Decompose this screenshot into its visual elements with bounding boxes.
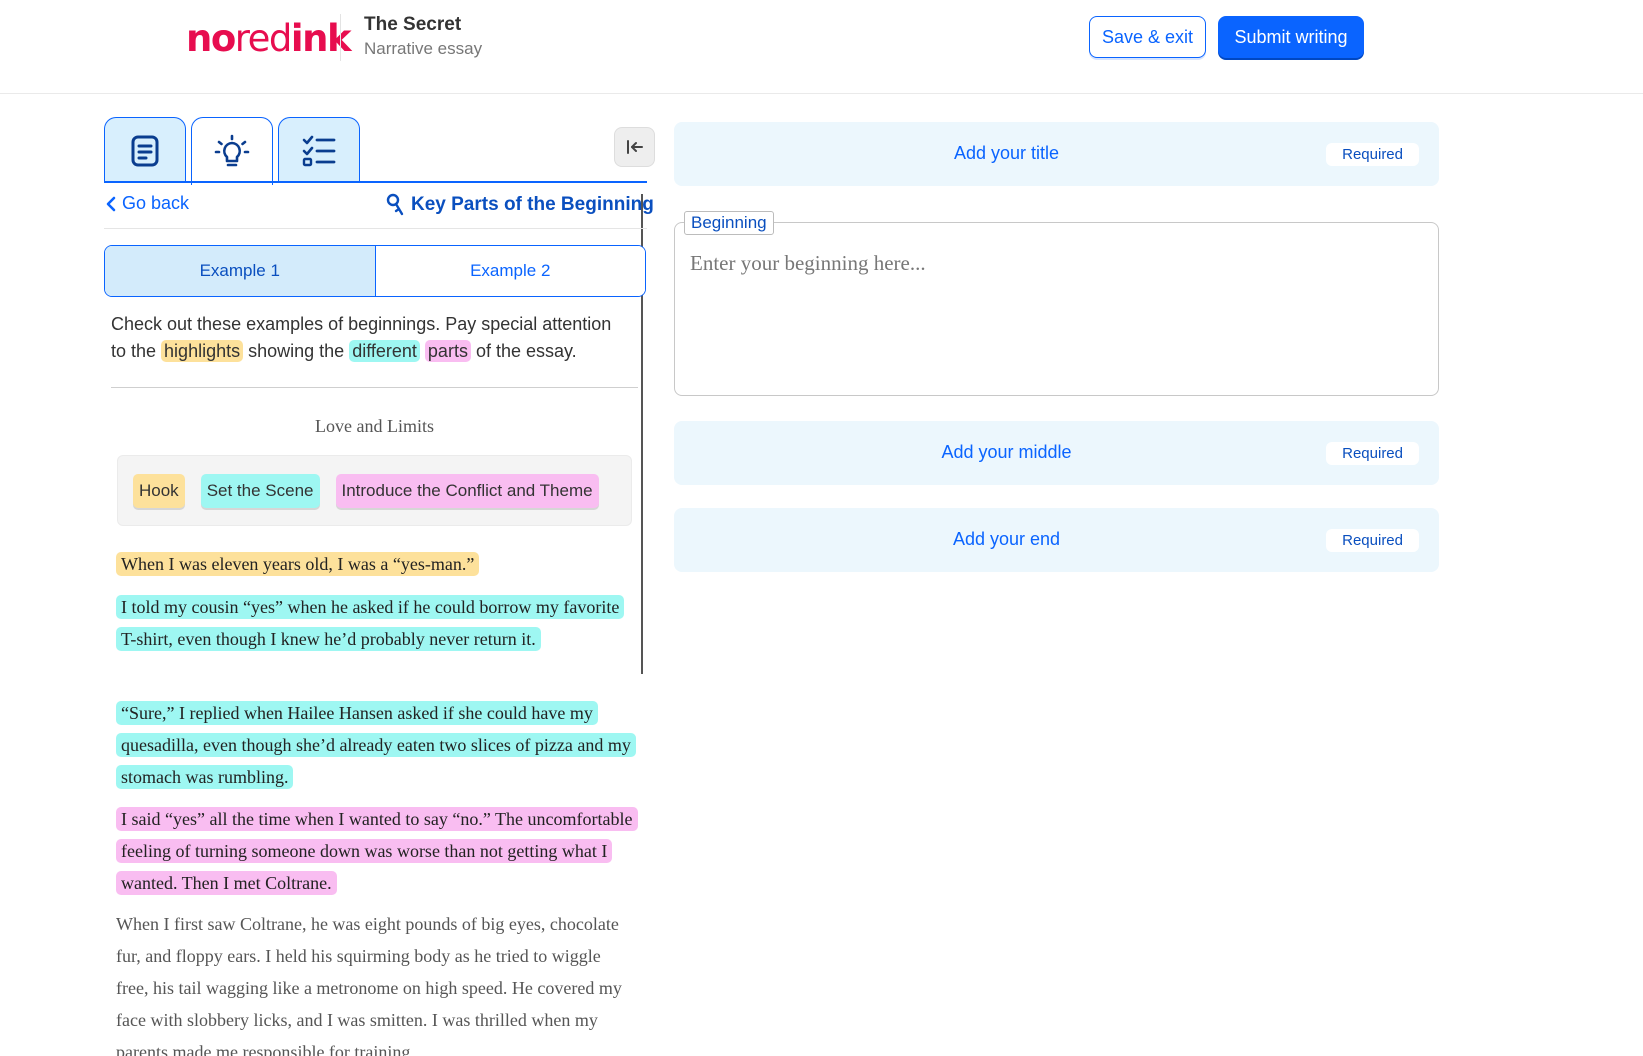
save-exit-button[interactable]: Save & exit xyxy=(1089,16,1206,58)
noredink-logo[interactable]: noredink xyxy=(186,17,352,60)
legend-set-the-scene: Set the Scene xyxy=(200,473,320,508)
submit-writing-button[interactable]: Submit writing xyxy=(1218,16,1364,58)
beginning-editor xyxy=(674,222,1439,396)
go-back-label: Go back xyxy=(122,193,190,213)
assignment-type: Narrative essay xyxy=(364,39,483,58)
go-back-link[interactable]: Go back xyxy=(106,193,189,214)
required-badge: Required xyxy=(1326,529,1419,552)
logo-part-ink: ink xyxy=(290,17,352,60)
lightbulb-icon xyxy=(214,134,250,166)
essay-paragraph-body: When I first saw Coltrane, he was eight … xyxy=(116,914,622,1056)
logo-part-red: red xyxy=(234,17,293,60)
logo-part-no: no xyxy=(186,17,236,60)
top-header: noredink The Secret Narrative essay Save… xyxy=(0,0,1643,94)
divider xyxy=(104,228,647,229)
add-title-section[interactable]: Add your title Required xyxy=(674,122,1439,186)
essay-paragraph-scene-1: I told my cousin “yes” when he asked if … xyxy=(116,591,636,655)
beginning-input[interactable] xyxy=(690,251,1420,276)
conflict-sentence: I said “yes” all the time when I wanted … xyxy=(116,807,638,895)
chevron-left-icon xyxy=(106,196,116,211)
header-divider xyxy=(340,14,341,61)
add-end-label: Add your end xyxy=(952,529,1061,549)
intro-highlight-conflict: parts xyxy=(424,340,471,362)
assignment-title: The Secret xyxy=(364,14,462,35)
essay-title: Love and Limits xyxy=(315,416,434,436)
intro-highlight-scene: different xyxy=(349,340,420,362)
intro-highlight-hook: highlights xyxy=(161,340,244,362)
add-middle-section[interactable]: Add your middle Required xyxy=(674,421,1439,485)
example-2-tab[interactable]: Example 2 xyxy=(375,246,645,296)
add-title-label: Add your title xyxy=(953,143,1060,163)
intro-text: Check out these examples of beginnings. … xyxy=(111,311,631,365)
example-toggle: Example 1 Example 2 xyxy=(104,245,646,297)
example-1-tab[interactable]: Example 1 xyxy=(105,246,376,296)
add-middle-label: Add your middle xyxy=(941,442,1072,462)
legend-conflict-theme: Introduce the Conflict and Theme xyxy=(335,473,599,508)
collapse-left-icon xyxy=(626,140,643,154)
add-end-section[interactable]: Add your end Required xyxy=(674,508,1439,572)
document-icon xyxy=(131,135,159,166)
intro-text-part: of the essay. xyxy=(470,341,577,361)
hook-sentence: When I was eleven years old, I was a “ye… xyxy=(116,552,480,576)
tab-underline xyxy=(104,181,647,183)
tab-checklist[interactable] xyxy=(278,117,360,183)
section-heading: Key Parts of the Beginning xyxy=(385,193,654,217)
beginning-label: Beginning xyxy=(684,211,774,235)
tab-tips[interactable] xyxy=(191,117,273,185)
section-heading-label: Key Parts of the Beginning xyxy=(411,194,654,215)
divider xyxy=(111,387,638,388)
essay-paragraph-hook: When I was eleven years old, I was a “ye… xyxy=(116,548,636,580)
scene-sentence: “Sure,” I replied when Hailee Hansen ask… xyxy=(116,701,636,789)
required-badge: Required xyxy=(1326,143,1419,166)
essay-paragraph-scene-2: “Sure,” I replied when Hailee Hansen ask… xyxy=(116,697,636,793)
essay-paragraph-conflict: I said “yes” all the time when I wanted … xyxy=(116,803,638,899)
checklist-icon xyxy=(302,135,336,166)
tab-document[interactable] xyxy=(104,117,186,183)
intro-text-part: showing the xyxy=(243,341,350,361)
legend-hook: Hook xyxy=(133,473,185,508)
key-icon xyxy=(386,193,404,216)
highlight-legend: Hook Set the Scene Introduce the Conflic… xyxy=(117,455,632,526)
scene-sentence: I told my cousin “yes” when he asked if … xyxy=(116,595,625,651)
required-badge: Required xyxy=(1326,442,1419,465)
collapse-panel-button[interactable] xyxy=(614,127,655,167)
